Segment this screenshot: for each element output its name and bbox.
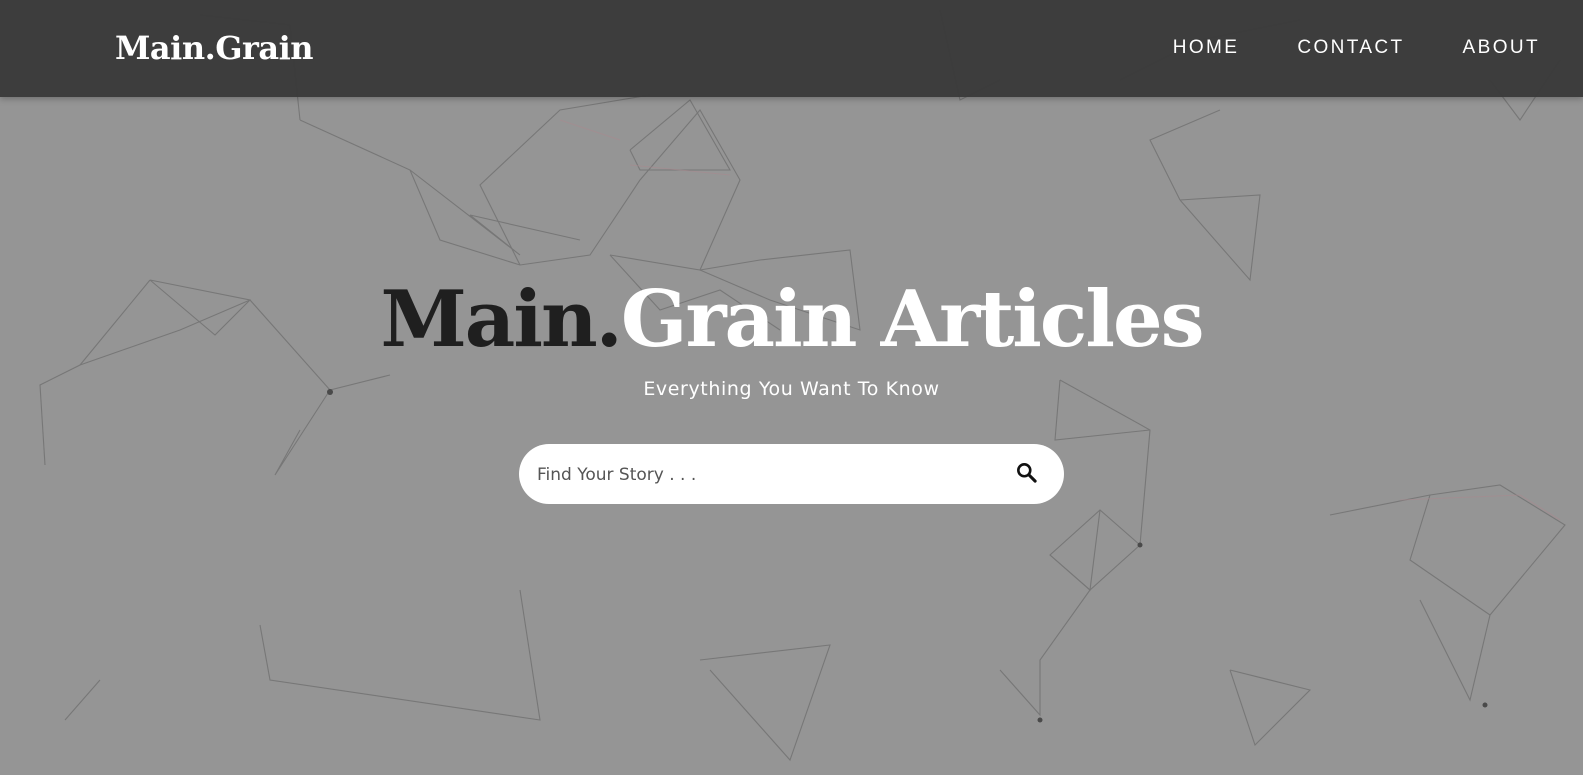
hero-title-brand-part: Main. bbox=[380, 274, 622, 365]
search-bar bbox=[519, 444, 1064, 504]
hero-title-articles-part: Grain Articles bbox=[620, 274, 1205, 365]
main-nav: HOME CONTACT ABOUT bbox=[1173, 36, 1540, 60]
brand-logo[interactable]: Main.Grain bbox=[115, 28, 314, 68]
search-input[interactable] bbox=[535, 454, 979, 496]
top-navbar: Main.Grain HOME CONTACT ABOUT bbox=[0, 0, 1583, 97]
nav-home-link[interactable]: HOME bbox=[1173, 36, 1240, 60]
hero-section: Main.Grain Articles Everything You Want … bbox=[0, 270, 1583, 402]
nav-about-link[interactable]: ABOUT bbox=[1463, 36, 1540, 60]
page: Main.Grain HOME CONTACT ABOUT Main.Grain… bbox=[0, 0, 1583, 775]
hero-subtitle: Everything You Want To Know bbox=[643, 378, 940, 400]
search-icon[interactable] bbox=[1014, 460, 1040, 486]
hero-title: Main.Grain Articles bbox=[0, 270, 1583, 370]
nav-contact-link[interactable]: CONTACT bbox=[1297, 36, 1404, 60]
